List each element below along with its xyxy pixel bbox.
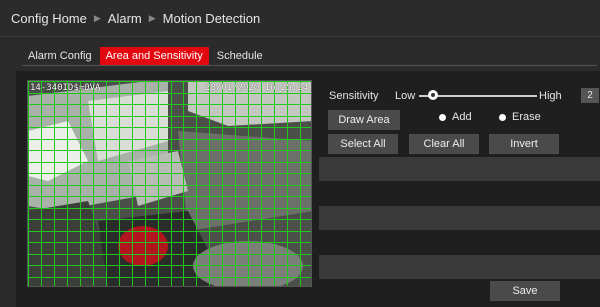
chevron-right-icon: ▶ xyxy=(148,12,156,23)
draw-area-button[interactable]: Draw Area xyxy=(328,110,400,130)
sensitivity-high-label: High xyxy=(539,90,562,102)
tab-schedule[interactable]: Schedule xyxy=(211,47,269,65)
erase-radio[interactable]: Erase xyxy=(499,111,541,123)
tab-divider xyxy=(22,65,597,66)
panel-row xyxy=(319,255,600,279)
invert-button[interactable]: Invert xyxy=(489,134,559,154)
breadcrumb-page: Motion Detection xyxy=(162,10,261,26)
erase-radio-label: Erase xyxy=(512,111,541,123)
osd-camera-name: 14-340ID$=0VA xyxy=(30,83,101,93)
radio-icon xyxy=(499,113,506,121)
sensitivity-label: Sensitivity xyxy=(329,90,379,102)
add-radio[interactable]: Add xyxy=(439,111,472,123)
add-radio-label: Add xyxy=(452,111,472,123)
sensitivity-value: 2 xyxy=(581,88,599,103)
sensitivity-slider-thumb[interactable] xyxy=(428,90,439,100)
camera-image xyxy=(28,81,311,286)
select-all-button[interactable]: Select All xyxy=(328,134,398,154)
camera-preview[interactable]: 14-340ID$=0VA 28/01/2020 16:25:24 xyxy=(27,80,312,287)
panel-row xyxy=(319,157,600,181)
breadcrumb-alarm[interactable]: Alarm xyxy=(108,11,142,26)
osd-timestamp: 28/01/2020 16:25:24 xyxy=(205,83,308,93)
breadcrumb-home[interactable]: Config Home xyxy=(11,11,87,26)
tab-alarm-config[interactable]: Alarm Config xyxy=(22,47,98,65)
breadcrumb: Config Home ▶ Alarm ▶ Motion Detection xyxy=(0,0,600,37)
radio-selected-icon xyxy=(439,113,446,121)
tab-area-and-sensitivity[interactable]: Area and Sensitivity xyxy=(99,47,209,65)
chevron-right-icon: ▶ xyxy=(93,12,101,23)
save-button[interactable]: Save xyxy=(490,281,560,301)
sensitivity-row: Sensitivity Low High 2 xyxy=(319,84,600,106)
panel-row xyxy=(319,206,600,230)
clear-all-button[interactable]: Clear All xyxy=(409,134,479,154)
sensitivity-low-label: Low xyxy=(395,90,416,102)
tab-bar: Alarm Config Area and Sensitivity Schedu… xyxy=(22,46,271,66)
